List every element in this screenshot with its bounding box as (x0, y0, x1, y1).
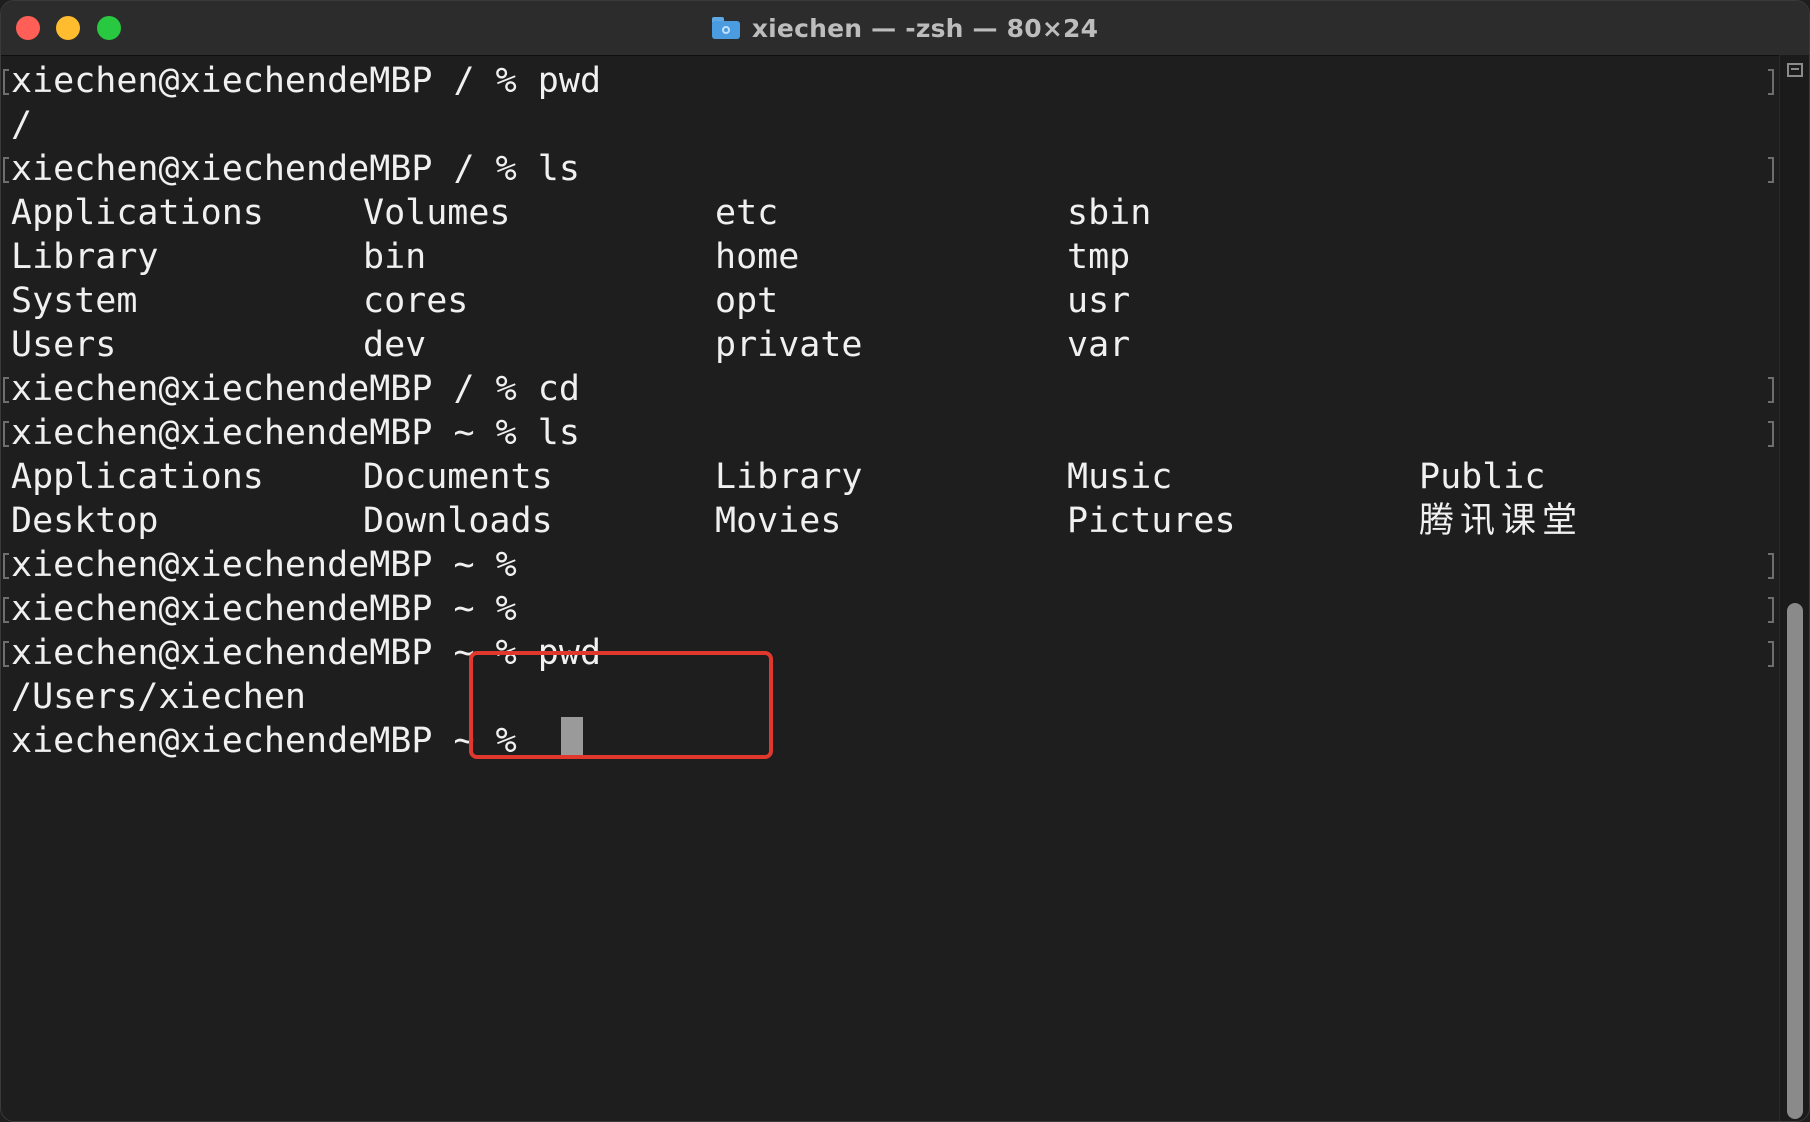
mark-bracket (1768, 377, 1774, 403)
mark-bracket (3, 69, 9, 95)
terminal-line: xiechen@xiechendeMBP ~ % ls (11, 413, 580, 453)
mark-bracket (3, 157, 9, 183)
listing-item: etc (715, 193, 779, 233)
mark-bracket (1768, 641, 1774, 667)
terminal-line: xiechen@xiechendeMBP / % ls (11, 149, 580, 189)
listing-item: private (715, 325, 863, 365)
terminal-line: xiechen@xiechendeMBP ~ % (11, 589, 517, 629)
listing-item: tmp (1067, 237, 1131, 277)
terminal-line: xiechen@xiechendeMBP ~ % (11, 545, 517, 585)
listing-item: Applications (11, 457, 264, 497)
folder-icon (711, 17, 740, 39)
listing-item: 腾讯课堂 (1419, 501, 1584, 541)
mark-bracket (3, 377, 9, 403)
listing-item: Movies (715, 501, 842, 541)
listing-item: sbin (1067, 193, 1152, 233)
listing-item: home (715, 237, 800, 277)
listing-item: Applications (11, 193, 264, 233)
mark-bracket (3, 553, 9, 579)
mark-bracket (3, 641, 9, 667)
marks-icon[interactable] (1787, 63, 1803, 77)
listing-item: cores (363, 281, 469, 321)
listing-item: Library (11, 237, 159, 277)
listing-item: Music (1067, 457, 1173, 497)
current-prompt[interactable]: xiechen@xiechendeMBP ~ % (11, 719, 538, 763)
terminal-line: / (11, 105, 33, 145)
terminal-line: xiechen@xiechendeMBP / % cd (11, 369, 580, 409)
terminal-line: /Users/xiechen (11, 677, 307, 717)
title-bar[interactable]: xiechen — -zsh — 80×24 (1, 1, 1809, 56)
listing-item: Users (11, 325, 117, 365)
terminal-line: xiechen@xiechendeMBP / % pwd (11, 61, 602, 101)
mark-bracket (1768, 553, 1774, 579)
listing-item: Public (1419, 457, 1546, 497)
scrollbar-thumb[interactable] (1787, 603, 1803, 1119)
listing-item: bin (363, 237, 427, 277)
listing-item: opt (715, 281, 779, 321)
mark-bracket (3, 421, 9, 447)
window-title: xiechen — -zsh — 80×24 (751, 13, 1099, 43)
listing-item: Documents (363, 457, 553, 497)
terminal-content[interactable]: xiechen@xiechendeMBP / % pwd / xiechen@x… (1, 59, 1774, 1119)
window-title-wrap: xiechen — -zsh — 80×24 (1, 1, 1809, 55)
listing-item: dev (363, 325, 427, 365)
highlight-annotation (469, 651, 773, 759)
listing-item: Volumes (363, 193, 511, 233)
listing-item: System (11, 281, 138, 321)
listing-item: Downloads (363, 501, 553, 541)
terminal-window: xiechen — -zsh — 80×24 xiechen@xiechende… (0, 0, 1810, 1122)
mark-bracket (3, 597, 9, 623)
listing-item: usr (1067, 281, 1131, 321)
listing-item: var (1067, 325, 1131, 365)
listing-item: Desktop (11, 501, 159, 541)
mark-bracket (1768, 421, 1774, 447)
mark-bracket (1768, 157, 1774, 183)
listing-item: Library (715, 457, 863, 497)
scrollbar[interactable] (1779, 55, 1809, 1121)
mark-bracket (1768, 597, 1774, 623)
mark-bracket (1768, 69, 1774, 95)
listing-item: Pictures (1067, 501, 1236, 541)
